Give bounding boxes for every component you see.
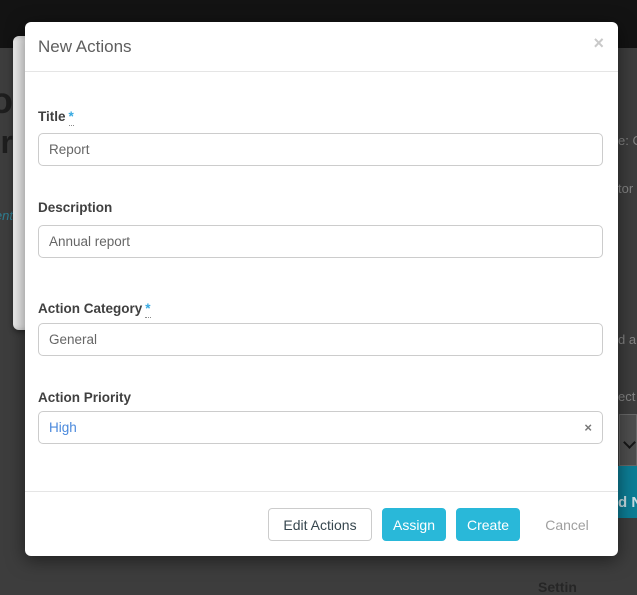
modal-footer: Edit Actions Assign Create Cancel (25, 491, 618, 556)
description-input[interactable] (38, 225, 603, 258)
action-priority-select[interactable]: High × (38, 411, 603, 444)
modal-title: New Actions (38, 22, 132, 72)
required-asterisk: * (69, 109, 74, 126)
action-priority-label: Action Priority (38, 390, 131, 405)
title-label-text: Title (38, 109, 66, 124)
description-label-text: Description (38, 200, 112, 215)
title-input[interactable] (38, 133, 603, 166)
background-bottom-text: Settin (538, 579, 577, 595)
background-text-fragment-3: d a (618, 332, 637, 348)
cancel-button[interactable]: Cancel (527, 508, 607, 541)
assign-button[interactable]: Assign (382, 508, 446, 541)
action-priority-value: High (49, 420, 584, 435)
action-category-input[interactable] (38, 323, 603, 356)
background-heading-fragment-1: o (0, 80, 13, 122)
background-link-text: ent (0, 208, 13, 224)
background-text-fragment-4: ect (618, 389, 637, 405)
modal-header: New Actions × (25, 22, 618, 72)
background-link-fragment: ent (0, 208, 13, 224)
create-button[interactable]: Create (456, 508, 520, 541)
action-priority-label-text: Action Priority (38, 390, 131, 405)
background-heading-fragment-2: er (0, 124, 13, 162)
background-heading-text-1: o (0, 80, 13, 122)
required-asterisk: * (145, 301, 150, 318)
close-icon[interactable]: × (593, 34, 604, 52)
background-heading-text-2: er (0, 124, 13, 162)
action-category-label: Action Category* (38, 301, 151, 316)
background-text-fragment-1: e: C (618, 133, 637, 149)
title-label: Title* (38, 109, 74, 124)
background-teal-button-text: d N (618, 494, 637, 511)
clear-selection-icon[interactable]: × (584, 421, 592, 434)
edit-actions-button[interactable]: Edit Actions (268, 508, 372, 541)
background-text-fragment-2: tor (618, 181, 637, 197)
new-actions-modal: New Actions × Title* Description Action … (25, 22, 618, 556)
description-label: Description (38, 200, 112, 215)
action-category-label-text: Action Category (38, 301, 142, 316)
